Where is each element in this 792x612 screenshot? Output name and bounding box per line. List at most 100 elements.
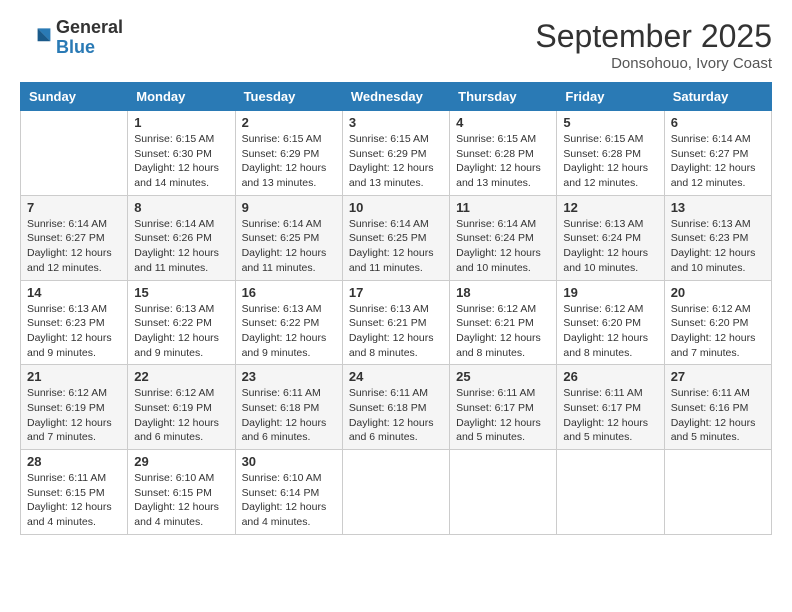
day-info: Sunrise: 6:12 AM Sunset: 6:19 PM Dayligh…: [27, 386, 121, 445]
day-info: Sunrise: 6:12 AM Sunset: 6:19 PM Dayligh…: [134, 386, 228, 445]
day-number: 29: [134, 454, 228, 469]
day-number: 22: [134, 369, 228, 384]
calendar-cell: 2Sunrise: 6:15 AM Sunset: 6:29 PM Daylig…: [235, 111, 342, 196]
calendar-cell: 27 Sunrise: 6:11 AM Sunset: 6:16 PM Dayli…: [664, 365, 771, 450]
calendar-cell: [664, 450, 771, 535]
calendar-cell: 22 Sunrise: 6:12 AM Sunset: 6:19 PM Dayli…: [128, 365, 235, 450]
day-info: Sunrise: 6:11 AM Sunset: 6:17 PM Dayligh…: [456, 386, 550, 445]
day-info: Sunrise: 6:13 AM Sunset: 6:23 PM Dayligh…: [671, 217, 765, 276]
header-row: SundayMondayTuesdayWednesdayThursdayFrid…: [21, 83, 772, 111]
calendar-cell: 1Sunrise: 6:15 AM Sunset: 6:30 PM Daylig…: [128, 111, 235, 196]
day-number: 18: [456, 285, 550, 300]
day-info: Sunrise: 6:11 AM Sunset: 6:18 PM Dayligh…: [349, 386, 443, 445]
day-number: 2: [242, 115, 336, 130]
day-info: Sunrise: 6:14 AM Sunset: 6:24 PM Dayligh…: [456, 217, 550, 276]
day-info: Sunrise: 6:15 AM Sunset: 6:28 PM Dayligh…: [456, 132, 550, 191]
day-header: Saturday: [664, 83, 771, 111]
day-number: 27: [671, 369, 765, 384]
calendar-cell: 14Sunrise: 6:13 AM Sunset: 6:23 PM Dayli…: [21, 280, 128, 365]
logo-blue: Blue: [56, 37, 95, 57]
day-header: Wednesday: [342, 83, 449, 111]
calendar-cell: 19 Sunrise: 6:12 AM Sunset: 6:20 PM Dayli…: [557, 280, 664, 365]
day-info: Sunrise: 6:13 AM Sunset: 6:23 PM Dayligh…: [27, 302, 121, 361]
day-number: 21: [27, 369, 121, 384]
day-number: 20: [671, 285, 765, 300]
header: General Blue September 2025 Donsohouo, I…: [20, 18, 772, 72]
day-number: 11: [456, 200, 550, 215]
day-header: Friday: [557, 83, 664, 111]
calendar-cell: 15 Sunrise: 6:13 AM Sunset: 6:22 PM Dayli…: [128, 280, 235, 365]
calendar-week: 21 Sunrise: 6:12 AM Sunset: 6:19 PM Dayli…: [21, 365, 772, 450]
day-number: 8: [134, 200, 228, 215]
location: Donsohouo, Ivory Coast: [535, 55, 772, 72]
day-number: 9: [242, 200, 336, 215]
day-info: Sunrise: 6:13 AM Sunset: 6:22 PM Dayligh…: [134, 302, 228, 361]
day-info: Sunrise: 6:13 AM Sunset: 6:24 PM Dayligh…: [563, 217, 657, 276]
day-info: Sunrise: 6:10 AM Sunset: 6:15 PM Dayligh…: [134, 471, 228, 530]
calendar-cell: [21, 111, 128, 196]
day-info: Sunrise: 6:13 AM Sunset: 6:22 PM Dayligh…: [242, 302, 336, 361]
calendar-week: 28 Sunrise: 6:11 AM Sunset: 6:15 PM Dayli…: [21, 450, 772, 535]
day-info: Sunrise: 6:13 AM Sunset: 6:21 PM Dayligh…: [349, 302, 443, 361]
day-info: Sunrise: 6:11 AM Sunset: 6:17 PM Dayligh…: [563, 386, 657, 445]
day-number: 3: [349, 115, 443, 130]
calendar-cell: 7Sunrise: 6:14 AM Sunset: 6:27 PM Daylig…: [21, 195, 128, 280]
calendar-header: SundayMondayTuesdayWednesdayThursdayFrid…: [21, 83, 772, 111]
calendar-cell: 20 Sunrise: 6:12 AM Sunset: 6:20 PM Dayli…: [664, 280, 771, 365]
calendar-cell: 29 Sunrise: 6:10 AM Sunset: 6:15 PM Dayli…: [128, 450, 235, 535]
logo-text: General Blue: [56, 18, 123, 58]
calendar-cell: 6Sunrise: 6:14 AM Sunset: 6:27 PM Daylig…: [664, 111, 771, 196]
day-number: 17: [349, 285, 443, 300]
calendar-cell: 17 Sunrise: 6:13 AM Sunset: 6:21 PM Dayli…: [342, 280, 449, 365]
day-info: Sunrise: 6:15 AM Sunset: 6:29 PM Dayligh…: [349, 132, 443, 191]
logo: General Blue: [20, 18, 123, 58]
calendar-cell: 28 Sunrise: 6:11 AM Sunset: 6:15 PM Dayli…: [21, 450, 128, 535]
day-info: Sunrise: 6:15 AM Sunset: 6:30 PM Dayligh…: [134, 132, 228, 191]
calendar: SundayMondayTuesdayWednesdayThursdayFrid…: [20, 82, 772, 535]
calendar-cell: 3 Sunrise: 6:15 AM Sunset: 6:29 PM Daylig…: [342, 111, 449, 196]
page: General Blue September 2025 Donsohouo, I…: [0, 0, 792, 612]
day-number: 28: [27, 454, 121, 469]
calendar-cell: 11 Sunrise: 6:14 AM Sunset: 6:24 PM Dayli…: [450, 195, 557, 280]
calendar-cell: [450, 450, 557, 535]
calendar-cell: 25 Sunrise: 6:11 AM Sunset: 6:17 PM Dayli…: [450, 365, 557, 450]
logo-general: General: [56, 17, 123, 37]
day-info: Sunrise: 6:14 AM Sunset: 6:25 PM Dayligh…: [242, 217, 336, 276]
day-number: 19: [563, 285, 657, 300]
day-info: Sunrise: 6:12 AM Sunset: 6:20 PM Dayligh…: [671, 302, 765, 361]
calendar-cell: 8 Sunrise: 6:14 AM Sunset: 6:26 PM Daylig…: [128, 195, 235, 280]
day-number: 12: [563, 200, 657, 215]
day-number: 15: [134, 285, 228, 300]
calendar-week: 7Sunrise: 6:14 AM Sunset: 6:27 PM Daylig…: [21, 195, 772, 280]
day-header: Monday: [128, 83, 235, 111]
calendar-cell: [342, 450, 449, 535]
calendar-cell: 30Sunrise: 6:10 AM Sunset: 6:14 PM Dayli…: [235, 450, 342, 535]
day-number: 25: [456, 369, 550, 384]
title-block: September 2025 Donsohouo, Ivory Coast: [535, 18, 772, 72]
day-info: Sunrise: 6:12 AM Sunset: 6:20 PM Dayligh…: [563, 302, 657, 361]
day-number: 6: [671, 115, 765, 130]
day-info: Sunrise: 6:10 AM Sunset: 6:14 PM Dayligh…: [242, 471, 336, 530]
day-number: 23: [242, 369, 336, 384]
calendar-cell: 5 Sunrise: 6:15 AM Sunset: 6:28 PM Daylig…: [557, 111, 664, 196]
day-info: Sunrise: 6:15 AM Sunset: 6:28 PM Dayligh…: [563, 132, 657, 191]
calendar-cell: 9 Sunrise: 6:14 AM Sunset: 6:25 PM Daylig…: [235, 195, 342, 280]
month-year: September 2025: [535, 18, 772, 55]
day-info: Sunrise: 6:14 AM Sunset: 6:26 PM Dayligh…: [134, 217, 228, 276]
day-number: 13: [671, 200, 765, 215]
calendar-week: 1Sunrise: 6:15 AM Sunset: 6:30 PM Daylig…: [21, 111, 772, 196]
calendar-cell: [557, 450, 664, 535]
calendar-cell: 21 Sunrise: 6:12 AM Sunset: 6:19 PM Dayli…: [21, 365, 128, 450]
calendar-cell: 26Sunrise: 6:11 AM Sunset: 6:17 PM Dayli…: [557, 365, 664, 450]
day-info: Sunrise: 6:11 AM Sunset: 6:16 PM Dayligh…: [671, 386, 765, 445]
calendar-cell: 4Sunrise: 6:15 AM Sunset: 6:28 PM Daylig…: [450, 111, 557, 196]
day-number: 16: [242, 285, 336, 300]
calendar-cell: 18Sunrise: 6:12 AM Sunset: 6:21 PM Dayli…: [450, 280, 557, 365]
calendar-cell: 12 Sunrise: 6:13 AM Sunset: 6:24 PM Dayli…: [557, 195, 664, 280]
logo-icon: [20, 22, 52, 54]
day-number: 24: [349, 369, 443, 384]
day-header: Thursday: [450, 83, 557, 111]
day-info: Sunrise: 6:11 AM Sunset: 6:15 PM Dayligh…: [27, 471, 121, 530]
day-number: 5: [563, 115, 657, 130]
calendar-body: 1Sunrise: 6:15 AM Sunset: 6:30 PM Daylig…: [21, 111, 772, 535]
